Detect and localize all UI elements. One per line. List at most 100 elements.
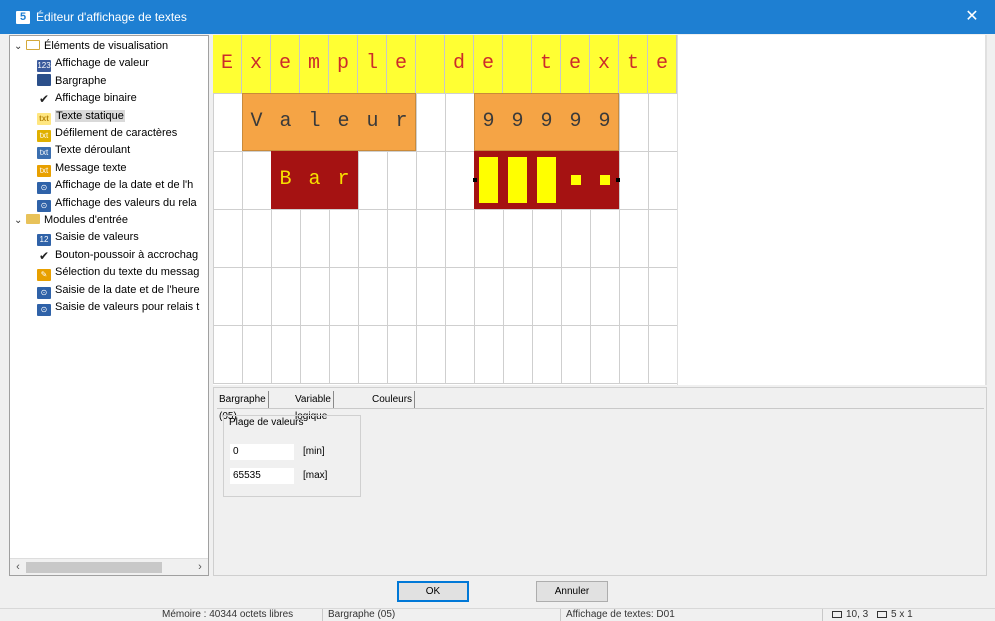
selection-handle[interactable]: [616, 178, 620, 182]
bargraph-icon: [37, 73, 51, 86]
bargraph-fill: [570, 175, 581, 185]
bargraph-cell[interactable]: [590, 151, 619, 209]
tree-group-label: Éléments de visualisation: [44, 40, 169, 52]
static-text-char[interactable]: e: [561, 35, 590, 93]
tree-horizontal-scrollbar[interactable]: ‹ ›: [10, 558, 208, 575]
tree-item[interactable]: 12 Saisie de valeurs: [37, 229, 139, 247]
tab-logic-variable[interactable]: Variable logique: [293, 391, 334, 422]
static-text-char[interactable]: [416, 35, 445, 93]
tree-item[interactable]: ⊙ Saisie de la date et de l'heure: [37, 282, 200, 299]
value-digit[interactable]: 9: [532, 93, 561, 151]
close-button[interactable]: ✕: [949, 0, 995, 34]
chevron-down-icon[interactable]: ⌄: [14, 38, 26, 55]
window-title: Éditeur d'affichage de textes: [36, 10, 187, 24]
tree-item[interactable]: ✔ Bouton-poussoir à accrochag: [37, 247, 198, 264]
tree-item[interactable]: ✔ Affichage binaire: [37, 90, 137, 107]
tree-item[interactable]: Bargraphe: [37, 73, 106, 90]
static-text-char[interactable]: x: [242, 35, 271, 93]
selection-handle[interactable]: [473, 178, 477, 182]
scroll-left-icon[interactable]: ‹: [12, 559, 24, 575]
chevron-down-icon[interactable]: ⌄: [14, 212, 26, 229]
value-digit[interactable]: 9: [474, 93, 503, 151]
bargraph-label-char[interactable]: a: [300, 151, 329, 209]
tree-item[interactable]: ⊙ Affichage de la date et de l'h: [37, 177, 193, 195]
bargraph-fill: [537, 157, 556, 203]
folder-icon: [26, 214, 40, 224]
min-label: [min]: [303, 446, 325, 457]
ok-button[interactable]: OK: [397, 581, 469, 602]
tree-item-label: Texte statique: [55, 109, 125, 122]
status-bar: Mémoire : 40344 octets libres Bargraphe …: [0, 608, 995, 621]
static-text-char[interactable]: t: [532, 35, 561, 93]
value-range-group: Plage de valeurs 0 [min] 65535 [max]: [223, 415, 361, 497]
element-tree[interactable]: ⌄ Éléments de visualisation 123 Affichage d…: [9, 35, 209, 576]
date-time-icon: ⊙: [37, 182, 51, 195]
static-text-char[interactable]: e: [387, 35, 416, 93]
max-value-field[interactable]: 65535: [230, 468, 294, 484]
cancel-button[interactable]: Annuler: [536, 581, 608, 602]
static-text-char[interactable]: x: [590, 35, 619, 93]
bargraph-cell[interactable]: [474, 151, 503, 209]
display-size-icon: [832, 611, 842, 618]
tab-bargraph[interactable]: Bargraphe (05): [217, 391, 269, 422]
min-value-field[interactable]: 0: [230, 444, 294, 460]
bargraph-cell[interactable]: [503, 151, 532, 209]
static-text-char[interactable]: [503, 35, 532, 93]
tree-item[interactable]: ⊙ Saisie de valeurs pour relais t: [37, 299, 199, 316]
value-label-char[interactable]: u: [358, 93, 387, 151]
tree-item[interactable]: ⊙ Affichage des valeurs du rela: [37, 195, 197, 212]
scroll-thumb[interactable]: [26, 562, 162, 573]
max-label: [max]: [303, 470, 328, 481]
value-label-char[interactable]: a: [271, 93, 300, 151]
static-text-char[interactable]: t: [619, 35, 648, 93]
bargraph-label-char[interactable]: B: [271, 151, 300, 209]
static-text-char[interactable]: e: [474, 35, 503, 93]
value-digit[interactable]: 9: [590, 93, 619, 151]
tree-item-label: Saisie de valeurs: [55, 231, 139, 244]
checkmark-icon: ✔: [38, 92, 50, 107]
txt-icon: txt: [37, 112, 51, 125]
static-text-char[interactable]: l: [358, 35, 387, 93]
status-size-value: 10, 3: [846, 609, 869, 620]
char-size-icon: [877, 611, 888, 618]
static-text-char[interactable]: d: [445, 35, 474, 93]
value-digit[interactable]: 9: [503, 93, 532, 151]
value-label-char[interactable]: e: [329, 93, 358, 151]
bargraph-fill: [599, 175, 610, 185]
value-label-char[interactable]: r: [387, 93, 416, 151]
value-digit[interactable]: 9: [561, 93, 590, 151]
tab-colors[interactable]: Couleurs: [370, 391, 416, 408]
value-label-char[interactable]: l: [300, 93, 329, 151]
tree-item-label: Bouton-poussoir à accrochag: [55, 248, 199, 261]
tree-group-label: Modules d'entrée: [44, 214, 129, 226]
static-text-char[interactable]: m: [300, 35, 329, 93]
static-text-char[interactable]: e: [648, 35, 677, 93]
bargraph-fill: [508, 157, 527, 203]
static-text-char[interactable]: e: [271, 35, 300, 93]
editor-right-edge: [985, 35, 987, 385]
tree-item[interactable]: txt Texte statique: [37, 108, 125, 125]
status-element: Bargraphe (05): [328, 609, 396, 620]
status-display: Affichage de textes: D01: [566, 609, 675, 620]
static-text-char[interactable]: E: [213, 35, 242, 93]
tree-item-label: Saisie de la date et de l'heure: [55, 283, 200, 296]
bargraph-cell[interactable]: [561, 151, 590, 209]
tree-item-label: Texte déroulant: [55, 144, 131, 157]
tree-item-label: Défilement de caractères: [55, 127, 178, 139]
message-text-icon: txt: [37, 164, 51, 177]
tree-group[interactable]: ⌄ Éléments de visualisation: [14, 38, 168, 55]
value-label-char[interactable]: V: [242, 93, 271, 151]
tree-item[interactable]: txt Texte déroulant: [37, 142, 131, 160]
bargraph-label-char[interactable]: r: [329, 151, 358, 209]
tree-item[interactable]: ✎ Sélection du texte du messag: [37, 264, 199, 282]
bargraph-cell[interactable]: [532, 151, 561, 209]
relay-input-icon: ⊙: [37, 304, 51, 316]
display-grid[interactable]: Exempledetexte Valeur99999 Bar: [213, 35, 677, 385]
tree-group[interactable]: ⌄ Modules d'entrée: [14, 212, 128, 229]
tree-item[interactable]: txt Défilement de caractères: [37, 125, 177, 142]
tree-item[interactable]: txt Message texte: [37, 160, 127, 177]
value-display-icon: 123: [37, 60, 51, 73]
tree-item[interactable]: 123 Affichage de valeur: [37, 55, 149, 73]
static-text-char[interactable]: p: [329, 35, 358, 93]
scroll-right-icon[interactable]: ›: [194, 559, 206, 575]
